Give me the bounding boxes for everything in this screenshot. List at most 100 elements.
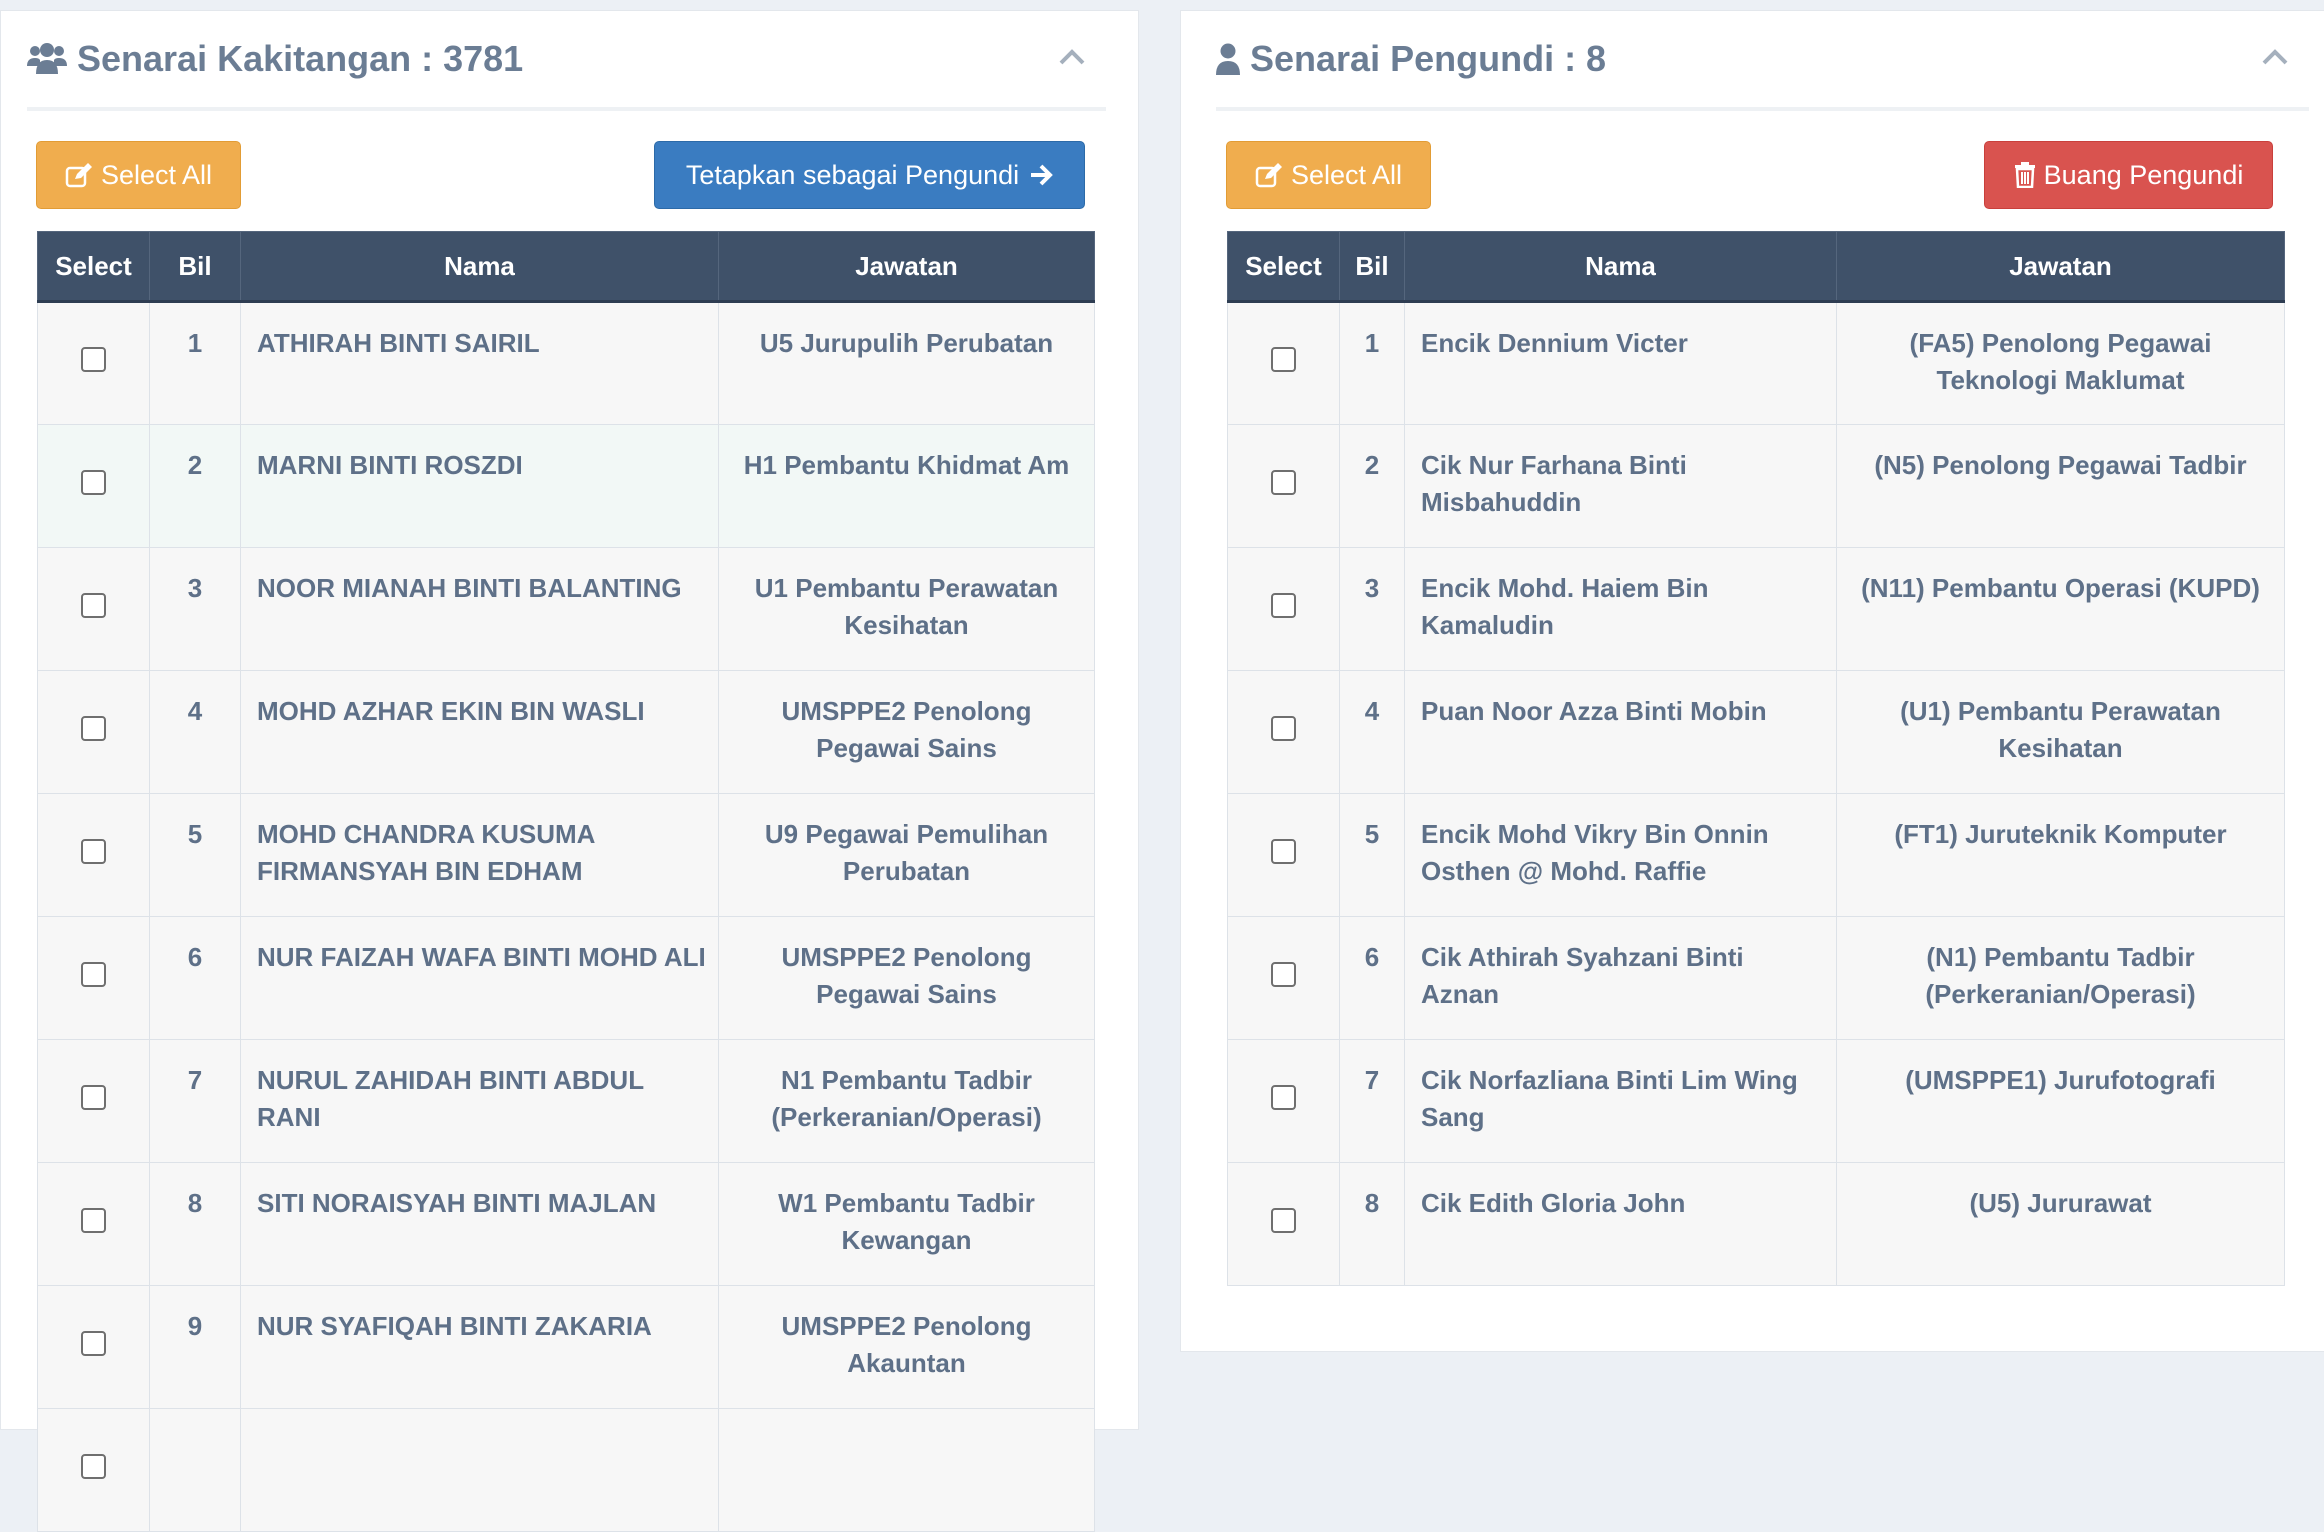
row-jawatan: (N5) Penolong Pegawai Tadbir [1836, 424, 2285, 548]
staff-panel-title: Senarai Kakitangan : 3781 [77, 38, 524, 79]
row-select-cell [1227, 670, 1340, 794]
row-bil: 9 [149, 1285, 241, 1409]
arrow-right-icon [1031, 164, 1053, 186]
row-checkbox[interactable] [81, 715, 106, 741]
staff-select-all-button[interactable]: Select All [36, 141, 241, 209]
row-bil: 2 [149, 424, 241, 548]
table-row[interactable]: 7 Cik Norfazliana Binti Lim Wing Sang (UMS… [1227, 1039, 2285, 1163]
table-row[interactable] [37, 1408, 1095, 1532]
row-nama: Cik Athirah Syahzani Binti Aznan [1404, 916, 1837, 1040]
row-bil: 3 [1339, 547, 1405, 671]
row-jawatan: W1 Pembantu Tadbir Kewangan [718, 1162, 1095, 1286]
voter-panel-header: Senarai Pengundi : 8 [1216, 11, 2309, 111]
table-row[interactable]: 9 NUR SYAFIQAH BINTI ZAKARIA UMSPPE2 Penol… [37, 1285, 1095, 1409]
edit-icon [1255, 163, 1282, 188]
staff-list-panel: Senarai Kakitangan : 3781 Select All Tet… [0, 10, 1139, 1532]
table-row[interactable]: 5 MOHD CHANDRA KUSUMA FIRMANSYAH BIN EDHA… [37, 793, 1095, 917]
row-select-cell [37, 670, 150, 794]
user-icon [1216, 43, 1240, 75]
row-jawatan: (N1) Pembantu Tadbir (Perkeranian/Operas… [1836, 916, 2285, 1040]
table-row[interactable]: 3 Encik Mohd. Haiem Bin Kamaludin (N11) Pe… [1227, 547, 2285, 671]
voter-select-all-button[interactable]: Select All [1226, 141, 1431, 209]
row-checkbox[interactable] [1271, 961, 1296, 987]
assign-voter-button[interactable]: Tetapkan sebagai Pengundi [654, 141, 1085, 209]
table-row[interactable]: 6 Cik Athirah Syahzani Binti Aznan (N1) Pe… [1227, 916, 2285, 1040]
table-row[interactable]: 7 NURUL ZAHIDAH BINTI ABDUL RANI N1 Pemban… [37, 1039, 1095, 1163]
row-jawatan: H1 Pembantu Khidmat Am [718, 424, 1095, 548]
table-row[interactable]: 4 Puan Noor Azza Binti Mobin (U1) Pembantu… [1227, 670, 2285, 794]
row-nama: Cik Nur Farhana Binti Misbahuddin [1404, 424, 1837, 548]
row-select-cell [1227, 793, 1340, 917]
table-row[interactable]: 5 Encik Mohd Vikry Bin Onnin Osthen @ Moh… [1227, 793, 2285, 917]
row-jawatan: U9 Pegawai Pemulihan Perubatan [718, 793, 1095, 917]
table-row[interactable]: 4 MOHD AZHAR EKIN BIN WASLI UMSPPE2 Penolo… [37, 670, 1095, 794]
row-checkbox[interactable] [81, 1453, 106, 1479]
row-jawatan: UMSPPE2 Penolong Pegawai Sains [718, 670, 1095, 794]
staff-select-all-label: Select All [100, 159, 213, 190]
row-bil: 4 [1339, 670, 1405, 794]
row-select-cell [1227, 301, 1340, 425]
table-row[interactable]: 2 MARNI BINTI ROSZDI H1 Pembantu Khidmat A… [37, 424, 1095, 548]
row-jawatan: (U5) Jururawat [1836, 1162, 2285, 1286]
row-jawatan: (UMSPPE1) Jurufotografi [1836, 1039, 2285, 1163]
row-bil [149, 1408, 241, 1532]
row-nama: Cik Norfazliana Binti Lim Wing Sang [1404, 1039, 1837, 1163]
staff-table: Select Bil Nama Jawatan 1 ATHIRAH BINTI S… [37, 231, 1095, 1532]
staff-table-header: Select Bil Nama Jawatan [37, 231, 1095, 303]
row-checkbox[interactable] [81, 469, 106, 495]
col-header-bil: Bil [149, 231, 241, 303]
row-nama: MOHD AZHAR EKIN BIN WASLI [240, 670, 719, 794]
row-checkbox[interactable] [1271, 592, 1296, 618]
row-checkbox[interactable] [81, 1207, 106, 1233]
col-header-nama: Nama [1404, 231, 1837, 303]
row-bil: 8 [1339, 1162, 1405, 1286]
row-select-cell [37, 1285, 150, 1409]
chevron-up-icon[interactable] [2261, 48, 2289, 71]
row-select-cell [1227, 424, 1340, 548]
row-checkbox[interactable] [1271, 1084, 1296, 1110]
remove-voter-button[interactable]: Buang Pengundi [1984, 141, 2273, 209]
row-checkbox[interactable] [81, 961, 106, 987]
row-checkbox[interactable] [81, 838, 106, 864]
row-nama: NURUL ZAHIDAH BINTI ABDUL RANI [240, 1039, 719, 1163]
table-row[interactable]: 6 NUR FAIZAH WAFA BINTI MOHD ALI UMSPPE2 P… [37, 916, 1095, 1040]
staff-panel-title-wrap: Senarai Kakitangan : 3781 [27, 38, 523, 80]
row-checkbox[interactable] [81, 1330, 106, 1356]
row-bil: 1 [1339, 301, 1405, 425]
row-bil: 4 [149, 670, 241, 794]
row-select-cell [1227, 547, 1340, 671]
row-nama: Encik Mohd. Haiem Bin Kamaludin [1404, 547, 1837, 671]
row-checkbox[interactable] [1271, 1207, 1296, 1233]
row-checkbox[interactable] [81, 1084, 106, 1110]
row-checkbox[interactable] [1271, 838, 1296, 864]
row-checkbox[interactable] [1271, 469, 1296, 495]
row-nama: Encik Dennium Victer [1404, 301, 1837, 425]
row-nama: Encik Mohd Vikry Bin Onnin Osthen @ Mohd… [1404, 793, 1837, 917]
table-row[interactable]: 8 SITI NORAISYAH BINTI MAJLAN W1 Pembantu … [37, 1162, 1095, 1286]
row-jawatan: UMSPPE2 Penolong Pegawai Sains [718, 916, 1095, 1040]
row-jawatan: UMSPPE2 Penolong Akauntan [718, 1285, 1095, 1409]
row-bil: 7 [149, 1039, 241, 1163]
table-row[interactable]: 2 Cik Nur Farhana Binti Misbahuddin (N5) P… [1227, 424, 2285, 548]
table-row[interactable]: 3 NOOR MIANAH BINTI BALANTING U1 Pembantu … [37, 547, 1095, 671]
row-checkbox[interactable] [1271, 347, 1296, 372]
row-nama: ATHIRAH BINTI SAIRIL [240, 301, 719, 425]
row-checkbox[interactable] [81, 347, 106, 372]
row-bil: 7 [1339, 1039, 1405, 1163]
table-row[interactable]: 8 Cik Edith Gloria John (U5) Jururawat [1227, 1162, 2285, 1286]
col-header-jawatan: Jawatan [1836, 231, 2285, 303]
row-checkbox[interactable] [81, 592, 106, 618]
table-row[interactable]: 1 ATHIRAH BINTI SAIRIL U5 Jurupulih Peruba… [37, 301, 1095, 425]
row-select-cell [37, 424, 150, 548]
table-row[interactable]: 1 Encik Dennium Victer (FA5) Penolong Pega… [1227, 301, 2285, 425]
chevron-up-icon[interactable] [1058, 48, 1086, 71]
row-bil: 1 [149, 301, 241, 425]
row-checkbox[interactable] [1271, 715, 1296, 741]
row-select-cell [37, 1039, 150, 1163]
row-bil: 6 [149, 916, 241, 1040]
voter-panel-title: Senarai Pengundi : 8 [1250, 38, 1607, 79]
row-nama: NOOR MIANAH BINTI BALANTING [240, 547, 719, 671]
row-nama: MARNI BINTI ROSZDI [240, 424, 719, 548]
row-nama [240, 1408, 719, 1532]
row-select-cell [1227, 916, 1340, 1040]
